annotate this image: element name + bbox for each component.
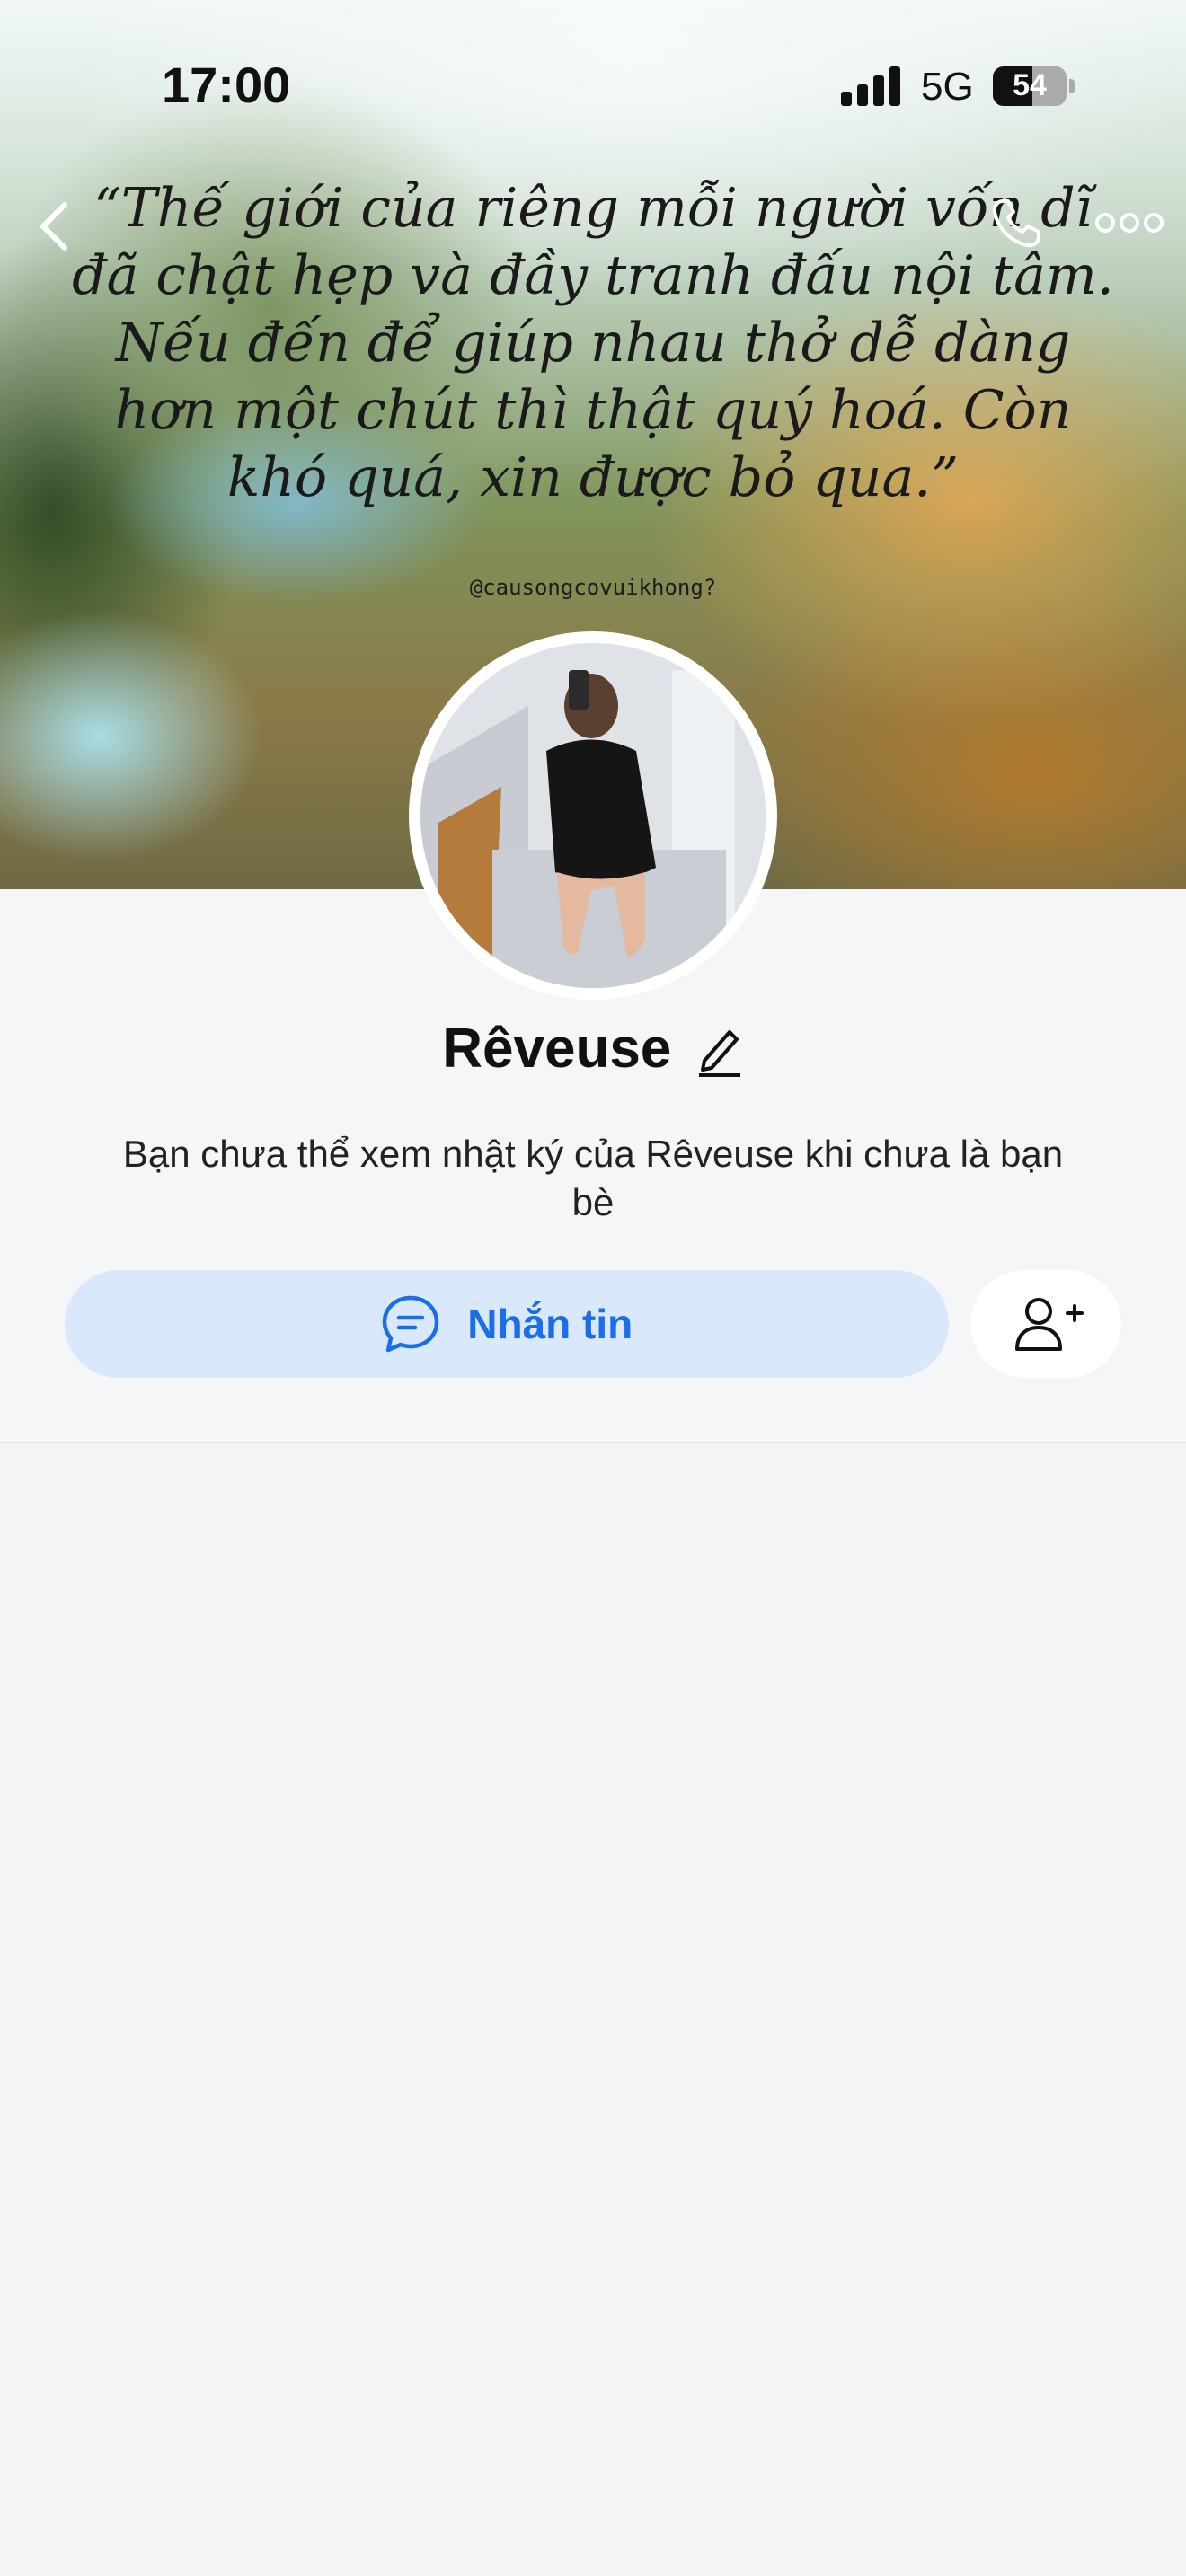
profile-name-row: Rêveuse [0, 1017, 1186, 1081]
message-button-label: Nhắn tin [467, 1301, 633, 1347]
section-divider [0, 1442, 1186, 1443]
avatar[interactable] [409, 631, 777, 1000]
battery-icon: 54 [993, 66, 1067, 106]
network-type: 5G [921, 65, 974, 109]
add-user-icon [1015, 1298, 1084, 1351]
diary-privacy-notice: Bạn chưa thể xem nhật ký của Rêveuse khi… [122, 1133, 1064, 1223]
cover-handle: @causongcovuikhong? [469, 575, 717, 600]
message-button[interactable]: Nhắn tin [65, 1270, 949, 1378]
chevron-left-icon[interactable] [32, 199, 77, 253]
status-time: 17:00 [162, 57, 291, 113]
chat-bubble-icon [382, 1295, 439, 1353]
avatar-illustration [420, 643, 766, 988]
battery-level: 54 [1013, 68, 1047, 102]
battery-tip [1069, 79, 1075, 93]
signal-icon [841, 66, 900, 106]
profile-name: Rêveuse [442, 1018, 672, 1080]
more-dots-icon[interactable] [1094, 208, 1164, 237]
avatar-image [420, 643, 766, 988]
status-bar: 17:00 5G 54 [0, 0, 1186, 171]
pencil-icon[interactable] [694, 1021, 744, 1077]
phone-icon[interactable] [987, 194, 1046, 253]
add-friend-button[interactable] [970, 1270, 1121, 1378]
cover-quote: “Thế giới của riêng mỗi người vốn dĩ đã … [72, 177, 1114, 509]
